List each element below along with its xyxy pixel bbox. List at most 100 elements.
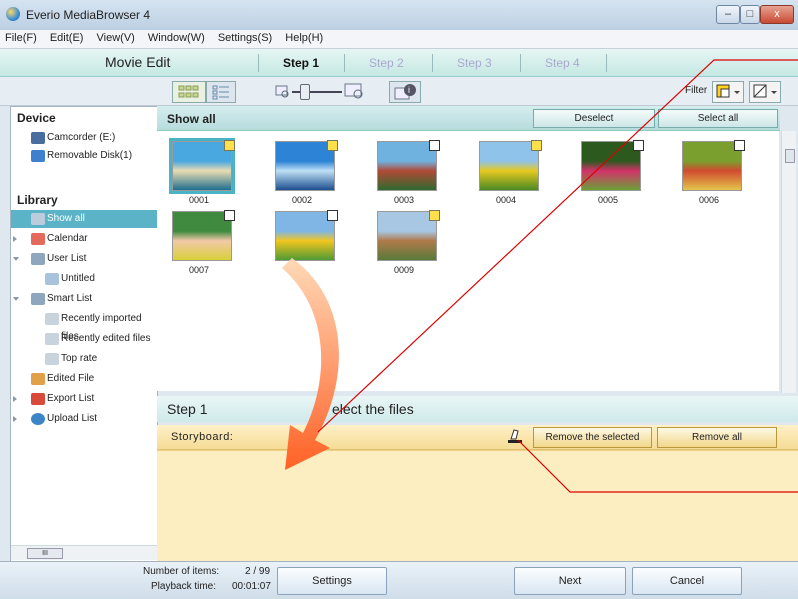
menu-help[interactable]: Help(H) — [280, 30, 328, 46]
expand-arrow-icon[interactable] — [13, 396, 17, 402]
content-title: Show all — [167, 112, 216, 126]
expand-arrow-icon[interactable] — [13, 416, 17, 422]
remove-all-button[interactable]: Remove all — [657, 427, 777, 448]
sidebar-item-upload-list[interactable]: Upload List — [11, 410, 157, 428]
sidebar-item-export-list[interactable]: Export List — [11, 390, 157, 408]
menu-edit[interactable]: Edit(E) — [45, 30, 89, 46]
upload-list-icon — [31, 413, 45, 425]
thumbnail-image[interactable] — [275, 210, 338, 261]
step-divider — [344, 54, 345, 72]
zoom-slider-handle[interactable] — [300, 84, 310, 100]
menu-view[interactable]: View(V) — [92, 30, 140, 46]
smart-list-icon — [31, 293, 45, 305]
thumbnail-image[interactable] — [172, 210, 235, 261]
step-divider — [258, 54, 259, 72]
brush-icon[interactable] — [507, 428, 523, 444]
storyboard-area[interactable] — [157, 450, 798, 561]
thumbnail-item[interactable]: 0006 — [667, 131, 745, 205]
zoom-out-icon[interactable] — [274, 83, 290, 99]
toolbar: i Filter — [0, 77, 798, 106]
content-header: Show all Deselect Select all — [157, 106, 780, 131]
sidebar-item-untitled[interactable]: Untitled — [11, 270, 157, 288]
sidebar-item-smart-list[interactable]: Smart List — [11, 290, 157, 308]
sidebar-item-recently-edited[interactable]: Recently edited files — [11, 330, 157, 348]
menu-file[interactable]: File(F) — [0, 30, 42, 46]
next-button[interactable]: Next — [514, 567, 626, 595]
step-label: Step 1 — [167, 401, 208, 417]
thumbnail-image[interactable] — [479, 140, 542, 191]
zoom-in-icon[interactable] — [344, 82, 364, 100]
settings-button[interactable]: Settings — [277, 567, 387, 595]
menu-settings[interactable]: Settings(S) — [213, 30, 277, 46]
thumbnail-image[interactable] — [377, 140, 440, 191]
menu-bar: File(F) Edit(E) View(V) Window(W) Settin… — [0, 30, 798, 49]
thumbnail-scrollbar[interactable] — [781, 131, 796, 393]
tab-step-3[interactable]: Step 3 — [457, 56, 492, 70]
status-bar: Number of items: 2 / 99 Playback time: 0… — [0, 561, 798, 599]
tab-step-2[interactable]: Step 2 — [369, 56, 404, 70]
sidebar-item-show-all[interactable]: Show all — [11, 210, 157, 228]
thumbnail-image[interactable] — [682, 140, 745, 191]
select-all-button[interactable]: Select all — [658, 109, 778, 128]
step-bar: Movie Edit Step 1 Step 2 Step 3 Step 4 — [0, 49, 798, 77]
minimize-button[interactable]: – — [716, 5, 740, 24]
maximize-button[interactable]: □ — [740, 5, 760, 24]
thumbnail-number: 0007 — [188, 265, 210, 275]
sidebar-item-user-list[interactable]: User List — [11, 250, 157, 268]
mode-title: Movie Edit — [105, 54, 171, 70]
thumbnail-image[interactable] — [169, 138, 235, 194]
remove-selected-button[interactable]: Remove the selected — [533, 427, 652, 448]
menu-window[interactable]: Window(W) — [143, 30, 210, 46]
hscroll-thumb[interactable]: III — [27, 548, 63, 559]
expand-arrow-icon[interactable] — [13, 236, 17, 242]
step-divider — [432, 54, 433, 72]
filter-type-dropdown[interactable] — [712, 81, 744, 103]
sidebar-item-recently-imported[interactable]: Recently imported files — [11, 310, 157, 342]
disk-icon — [31, 150, 45, 162]
thumbnail-item[interactable]: 0002 — [260, 131, 338, 205]
playback-time-label: Playback time: — [151, 581, 217, 592]
video-file-icon — [429, 210, 440, 221]
sidebar-item-top-rate[interactable]: Top rate — [11, 350, 157, 368]
tab-step-4[interactable]: Step 4 — [545, 56, 580, 70]
thumbnail-image[interactable] — [275, 140, 338, 191]
list-view-icon[interactable] — [206, 81, 236, 103]
thumbnail-item[interactable]: 0009 — [362, 201, 440, 275]
device-camcorder[interactable]: Camcorder (E:) — [11, 129, 157, 147]
untitled-list-icon — [45, 273, 59, 285]
calendar-icon — [31, 233, 45, 245]
video-file-icon — [531, 140, 542, 151]
sidebar-item-edited-file[interactable]: Edited File — [11, 370, 157, 388]
show-all-icon — [31, 213, 45, 225]
cancel-button[interactable]: Cancel — [632, 567, 742, 595]
device-removable-disk[interactable]: Removable Disk(1) — [11, 147, 157, 165]
close-button[interactable]: x — [760, 5, 794, 24]
thumbnail-item[interactable]: 0007 — [157, 201, 235, 275]
export-list-icon — [31, 393, 45, 405]
playback-time-value: 00:01:07 — [232, 581, 271, 592]
thumbnail-item[interactable]: 0004 — [464, 131, 542, 205]
rating-filter-dropdown[interactable] — [749, 81, 781, 103]
collapse-arrow-icon[interactable] — [13, 297, 19, 301]
smart-search-icon — [45, 313, 59, 325]
left-panel-hscroll[interactable]: III — [11, 545, 157, 560]
thumbnail-item[interactable]: 0001 — [157, 131, 235, 205]
step-header: Step 1 elect the files — [157, 396, 798, 422]
collapse-arrow-icon[interactable] — [13, 257, 19, 261]
filter-label: Filter — [685, 85, 708, 96]
sidebar-item-calendar[interactable]: Calendar — [11, 230, 157, 248]
deselect-button[interactable]: Deselect — [533, 109, 655, 128]
smart-search-icon — [45, 353, 59, 365]
thumbnail-image[interactable] — [581, 140, 644, 191]
scroll-thumb[interactable] — [785, 149, 795, 163]
step-divider — [520, 54, 521, 72]
info-icon[interactable]: i — [389, 81, 421, 103]
grid-view-icon[interactable] — [172, 81, 206, 103]
thumbnail-item[interactable]: 0005 — [566, 131, 644, 205]
user-list-icon — [31, 253, 45, 265]
thumbnail-item[interactable]: 0003 — [362, 131, 440, 205]
thumbnail-item[interactable] — [260, 201, 338, 261]
thumbnail-image[interactable] — [377, 210, 440, 261]
tab-step-1[interactable]: Step 1 — [283, 56, 319, 70]
video-file-icon — [224, 140, 235, 151]
